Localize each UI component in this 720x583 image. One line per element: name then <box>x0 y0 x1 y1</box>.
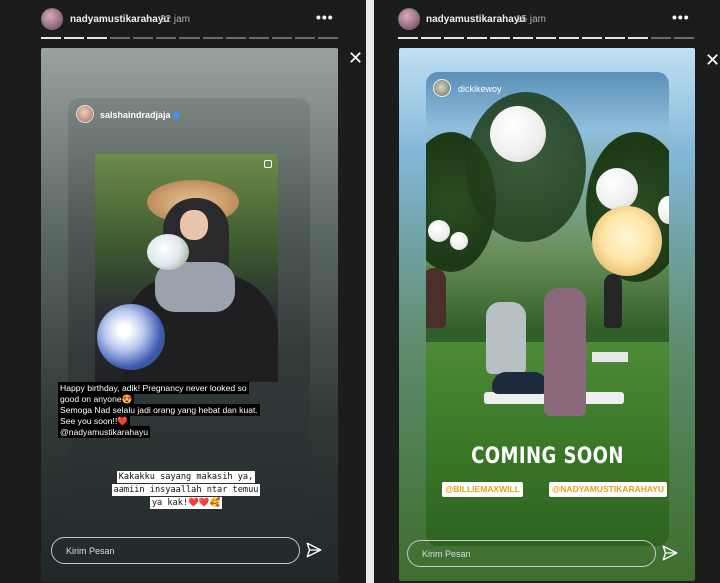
caption-text: @nadyamustikarahayu <box>58 426 151 438</box>
progress-segment <box>674 37 694 39</box>
progress-segment <box>225 37 246 39</box>
message-placeholder: Kirim Pesan <box>422 549 471 559</box>
progress-segment <box>202 37 223 39</box>
send-icon[interactable] <box>305 541 323 559</box>
photo-lantern <box>450 232 468 250</box>
photo-lantern <box>596 168 638 210</box>
progress-segment <box>398 37 418 39</box>
shared-post-avatar <box>76 105 94 123</box>
multi-image-icon <box>264 160 272 168</box>
photo-lantern <box>490 106 546 162</box>
close-icon[interactable]: ✕ <box>348 49 363 67</box>
progress-segment <box>605 37 625 39</box>
reply-text: Kakakku sayang makasih ya, aamiin insyaa… <box>92 471 280 510</box>
progress-segment <box>41 37 62 39</box>
story-viewer: nadyamustikarahayu 22 jam ••• salshaindr… <box>0 0 720 583</box>
mention-tag[interactable]: @NADYAMUSTIKARAHAYU <box>549 482 668 497</box>
story-header: nadyamustikarahayu 15 jam ••• <box>374 6 720 32</box>
progress-segment <box>582 37 602 39</box>
progress-segment <box>271 37 292 39</box>
close-icon[interactable]: ✕ <box>705 51 720 69</box>
verified-badge-icon <box>172 112 180 120</box>
send-icon[interactable] <box>661 544 679 562</box>
progress-segment <box>559 37 579 39</box>
photo-bystander <box>426 268 446 328</box>
more-options-icon[interactable]: ••• <box>672 9 690 25</box>
story-progress-bar <box>41 37 339 39</box>
progress-segment <box>513 37 533 39</box>
photo-face <box>180 210 208 240</box>
progress-segment <box>651 37 671 39</box>
progress-segment <box>248 37 269 39</box>
progress-segment <box>133 37 154 39</box>
story-progress-bar <box>398 37 694 39</box>
progress-segment <box>444 37 464 39</box>
avatar[interactable] <box>398 8 420 30</box>
progress-segment <box>317 37 339 39</box>
photo-flower-basket <box>97 304 165 370</box>
mention-tag[interactable]: @BILLIEMAXWILL <box>442 482 523 497</box>
photo-table <box>592 352 628 362</box>
shared-post-card[interactable]: dickikewoy COMING SOON @BILLIEMAXWILL @N… <box>426 72 669 546</box>
photo-light-reflector <box>592 206 662 276</box>
reply-line: aamiin insyaallah ntar temuu <box>111 484 261 496</box>
story-time: 15 jam <box>516 14 547 25</box>
progress-segment <box>110 37 131 39</box>
progress-segment <box>64 37 85 39</box>
shared-post-photo <box>95 154 278 382</box>
story-username[interactable]: nadyamustikarahayu <box>70 14 170 25</box>
caption-mention[interactable]: @nadyamustikarahayu <box>58 426 151 438</box>
reply-line: Kakakku sayang makasih ya, <box>116 471 256 483</box>
progress-segment <box>421 37 441 39</box>
photo-person-woman <box>544 288 586 416</box>
message-input[interactable]: Kirim Pesan <box>407 540 656 567</box>
progress-segment <box>87 37 108 39</box>
reply-line: ya kak!❤️❤️🥰 <box>149 497 223 509</box>
story-content[interactable]: salshaindradjaja Happy birthday, adik! P… <box>41 48 338 582</box>
shared-post-username[interactable]: salshaindradjaja <box>100 110 180 120</box>
shared-post-username[interactable]: dickikewoy <box>458 84 502 94</box>
coming-soon-headline: COMING SOON <box>471 444 624 469</box>
shared-post-username-text: salshaindradjaja <box>100 110 171 120</box>
shared-post-card[interactable]: salshaindradjaja <box>68 98 310 526</box>
avatar[interactable] <box>41 8 63 30</box>
message-input[interactable]: Kirim Pesan <box>51 537 300 564</box>
progress-segment <box>490 37 510 39</box>
photo-person-man-legs <box>492 372 548 394</box>
progress-segment <box>536 37 556 39</box>
photo-bouquet <box>147 234 189 270</box>
left-story-panel: nadyamustikarahayu 22 jam ••• salshaindr… <box>0 0 366 583</box>
more-options-icon[interactable]: ••• <box>316 9 334 25</box>
progress-segment <box>294 37 315 39</box>
story-time: 22 jam <box>160 14 191 25</box>
progress-segment <box>467 37 487 39</box>
photo-lantern <box>428 220 450 242</box>
progress-segment <box>156 37 177 39</box>
right-story-panel: nadyamustikarahayu 15 jam ••• dickikewoy <box>374 0 720 583</box>
story-content[interactable]: dickikewoy COMING SOON @BILLIEMAXWILL @N… <box>399 48 695 581</box>
photo-person-man <box>486 302 526 374</box>
shared-post-avatar <box>433 79 451 97</box>
message-placeholder: Kirim Pesan <box>66 546 115 556</box>
photo-bystander <box>604 274 622 328</box>
progress-segment <box>179 37 200 39</box>
progress-segment <box>628 37 648 39</box>
story-header: nadyamustikarahayu 22 jam ••• <box>0 6 366 32</box>
story-username[interactable]: nadyamustikarahayu <box>426 14 526 25</box>
panel-divider <box>366 0 374 583</box>
